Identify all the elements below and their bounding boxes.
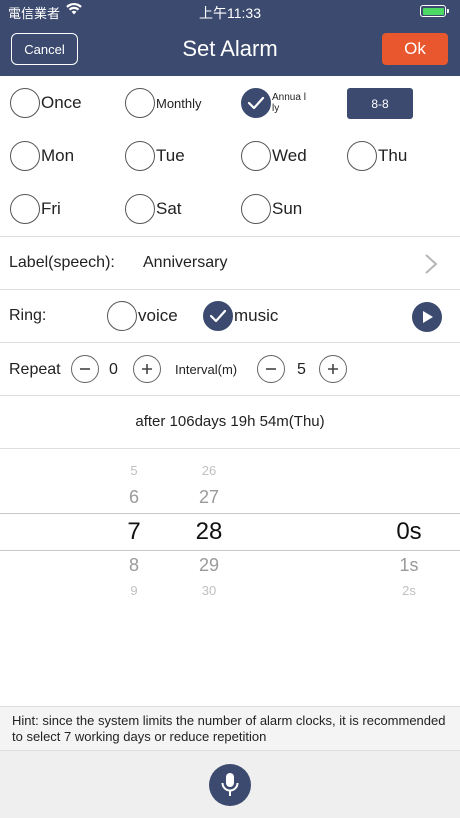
minus-icon: [80, 368, 90, 370]
divider: [0, 236, 460, 237]
interval-decrement-button[interactable]: [257, 355, 285, 383]
radio-circle: [107, 301, 137, 331]
radio-sat[interactable]: Sat: [125, 194, 182, 224]
microphone-icon: [221, 773, 239, 796]
picker-selection-bottom: [0, 550, 460, 551]
date-button[interactable]: 8-8: [347, 88, 413, 119]
radio-once-label: Once: [41, 93, 82, 112]
radio-music-label: music: [234, 306, 279, 325]
interval-label: Interval(m): [175, 362, 238, 377]
radio-thu-label: Thu: [378, 146, 408, 165]
radio-circle: [347, 141, 377, 171]
picker-col3-selected: 0s: [396, 518, 422, 545]
radio-music[interactable]: music: [203, 301, 278, 331]
status-time: 上午11:33: [199, 5, 261, 21]
picker-col3-item: 2s: [402, 583, 416, 598]
radio-circle: [241, 141, 271, 171]
radio-tue-label: Tue: [156, 146, 185, 165]
radio-circle: [125, 194, 155, 224]
picker-col1-item: 9: [130, 583, 138, 598]
radio-fri[interactable]: Fri: [10, 194, 61, 224]
checkmark-icon: [203, 301, 233, 331]
radio-mon[interactable]: Mon: [10, 141, 74, 171]
picker-col2-selected: 28: [195, 518, 223, 545]
radio-tue[interactable]: Tue: [125, 141, 185, 171]
radio-circle: [125, 141, 155, 171]
radio-mon-label: Mon: [41, 146, 75, 165]
radio-fri-label: Fri: [41, 199, 61, 218]
radio-monthly[interactable]: Monthly: [125, 88, 202, 118]
radio-thu[interactable]: Thu: [347, 141, 407, 171]
radio-sat-label: Sat: [156, 199, 182, 218]
radio-voice-label: voice: [138, 306, 178, 325]
plus-icon: [328, 364, 338, 374]
picker-col2-item: 30: [201, 583, 217, 598]
radio-circle: [241, 194, 271, 224]
radio-wed[interactable]: Wed: [241, 141, 307, 171]
radio-monthly-label: Monthly: [156, 95, 202, 111]
radio-annually[interactable]: Annua lly: [241, 88, 308, 118]
radio-wed-label: Wed: [272, 146, 307, 165]
repeat-decrement-button[interactable]: [71, 355, 99, 383]
battery-icon: [420, 5, 449, 17]
ok-button[interactable]: Ok: [382, 33, 448, 65]
picker-col1-selected: 7: [127, 518, 141, 545]
play-button[interactable]: [412, 302, 442, 332]
repeat-increment-button[interactable]: [133, 355, 161, 383]
interval-value: 5: [297, 361, 306, 378]
picker-col1-item: 5: [130, 463, 138, 478]
radio-circle: [10, 194, 40, 224]
label-speech-title: Label(speech):: [9, 254, 115, 271]
repeat-label: Repeat: [9, 361, 61, 378]
microphone-button[interactable]: [209, 764, 251, 806]
divider: [0, 289, 460, 290]
repeat-value: 0: [109, 361, 118, 378]
plus-icon: [142, 364, 152, 374]
countdown-text: after 106days 19h 54m(Thu): [135, 413, 325, 430]
radio-sun-label: Sun: [272, 199, 303, 218]
checkmark-icon: [241, 88, 271, 118]
picker-col2-item: 27: [198, 487, 220, 507]
radio-circle: [10, 88, 40, 118]
radio-annually-label: Annua lly: [272, 92, 306, 114]
radio-sun[interactable]: Sun: [241, 194, 302, 224]
picker-selection-top: [0, 513, 460, 514]
minus-icon: [266, 368, 276, 370]
picker-col1-item: 8: [128, 555, 139, 575]
hint-text: Hint: since the system limits the number…: [0, 706, 460, 750]
divider: [0, 342, 460, 343]
radio-once[interactable]: Once: [10, 88, 82, 118]
picker-col1-item: 6: [128, 487, 139, 507]
radio-circle: [125, 88, 155, 118]
divider: [0, 448, 460, 449]
status-bar: 電信業者 上午11:33: [0, 0, 460, 22]
label-speech-value: Anniversary: [143, 254, 228, 271]
picker-col2-item: 29: [198, 555, 220, 575]
radio-circle: [10, 141, 40, 171]
chevron-right-icon: [424, 253, 438, 280]
radio-voice[interactable]: voice: [107, 301, 178, 331]
divider: [0, 395, 460, 396]
interval-increment-button[interactable]: [319, 355, 347, 383]
time-picker[interactable]: 5 6 7 8 9 26 27 28 29 30 0s 1s 2s: [0, 450, 460, 610]
picker-col2-item: 26: [201, 463, 217, 478]
ring-label: Ring:: [9, 307, 47, 324]
nav-bar: Cancel Set Alarm Ok: [0, 22, 460, 76]
picker-col3-item: 1s: [399, 555, 419, 575]
play-icon: [423, 311, 433, 323]
